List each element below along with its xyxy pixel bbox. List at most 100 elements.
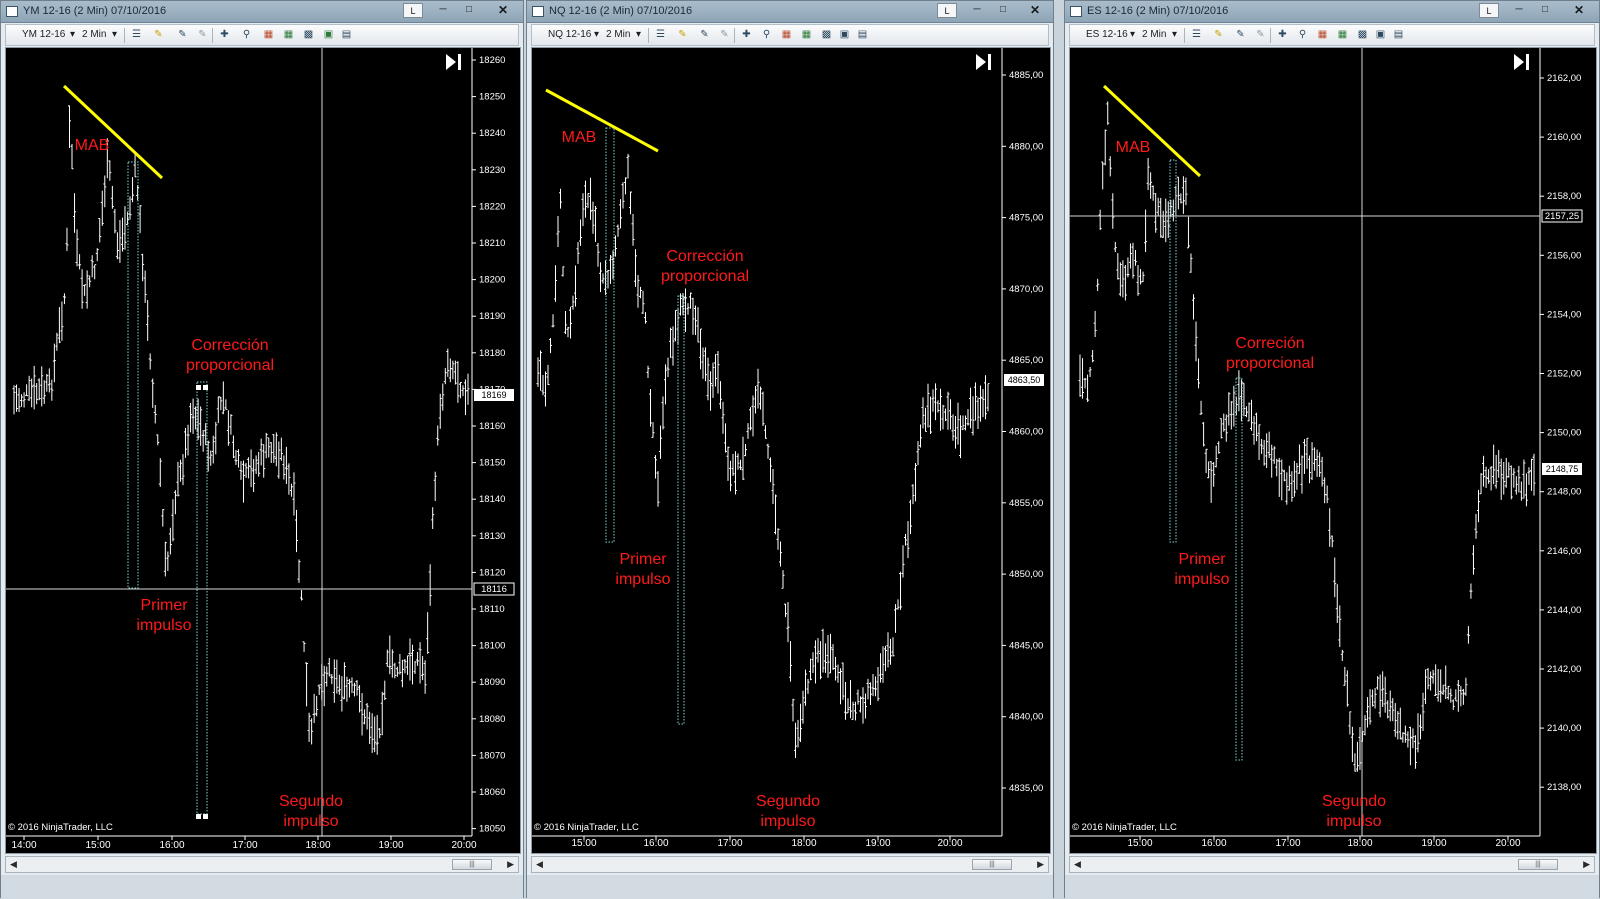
minimize-icon[interactable]: ─ — [1507, 3, 1531, 18]
chart-canvas[interactable]: 4885,00 4880,00 4875,00 4870,00 4865,00 4860,… — [532, 48, 1051, 854]
pencil-icon[interactable]: ✎ — [1212, 29, 1225, 41]
crosshair-icon[interactable]: ✚ — [218, 29, 231, 41]
chart-canvas[interactable]: 2162,00 2160,00 2158,00 2156,00 2154,00 2152,… — [1070, 48, 1597, 854]
chart-window-nq[interactable]: NQ 12-16 (2 Min) 07/10/2016 L ─ □ ✕ NQ 1… — [526, 0, 1054, 899]
scroll-left-icon[interactable]: ◀ — [1074, 859, 1081, 870]
instrument-dropdown-icon[interactable]: ▾ — [70, 29, 75, 40]
strategy-icon[interactable]: ▦ — [1316, 29, 1329, 41]
interval-dropdown-icon[interactable]: ▾ — [1172, 29, 1177, 40]
ohlc-bar — [37, 378, 41, 401]
instrument-dropdown-icon[interactable]: ▾ — [1130, 29, 1135, 40]
crosshair-icon[interactable]: ✚ — [740, 29, 753, 41]
ohlc-bar — [1330, 535, 1334, 548]
zoom-icon[interactable]: ⚲ — [1296, 29, 1309, 41]
data-box-icon[interactable]: ▣ — [838, 29, 851, 41]
draw-tool-icon[interactable]: ✎ — [1234, 29, 1247, 41]
horizontal-scrollbar[interactable]: ◀ ||| ▶ — [1069, 856, 1595, 873]
bar-type-icon[interactable]: ☰ — [654, 29, 667, 41]
indicator-icon[interactable]: ▦ — [1336, 29, 1349, 41]
horizontal-scrollbar[interactable]: ◀ ||| ▶ — [531, 856, 1049, 873]
template-icon[interactable]: ▩ — [820, 29, 833, 41]
instrument-selector[interactable]: YM 12-16 — [22, 29, 65, 40]
minimize-icon[interactable]: ─ — [965, 3, 989, 18]
ohlc-bar — [739, 459, 742, 470]
properties-icon[interactable]: ▤ — [856, 29, 869, 41]
price-chart-nq[interactable]: 4885,00 4880,00 4875,00 4870,00 4865,00 4860,… — [531, 47, 1051, 854]
scroll-to-end-icon[interactable] — [446, 54, 461, 70]
interval-selector[interactable]: 2 Min — [606, 29, 630, 40]
pencil-icon[interactable]: ✎ — [676, 29, 689, 41]
strategy-icon[interactable]: ▦ — [262, 29, 275, 41]
ohlc-bar — [1343, 666, 1347, 686]
scroll-to-end-icon[interactable] — [976, 54, 991, 70]
link-button[interactable]: L — [403, 3, 423, 18]
scroll-right-icon[interactable]: ▶ — [1037, 859, 1044, 870]
current-price-label: 18169 — [481, 390, 506, 400]
scroll-to-end-icon[interactable] — [1514, 54, 1529, 70]
title-bar[interactable]: NQ 12-16 (2 Min) 07/10/2016 L ─ □ ✕ — [527, 1, 1053, 23]
bar-type-icon[interactable]: ☰ — [130, 29, 143, 41]
data-box-icon[interactable]: ▣ — [322, 29, 335, 41]
title-bar[interactable]: ES 12-16 (2 Min) 07/10/2016 L ─ □ ✕ — [1065, 1, 1599, 23]
instrument-selector[interactable]: ES 12-16 — [1086, 29, 1128, 40]
ohlc-bar — [746, 423, 750, 439]
instrument-selector[interactable]: NQ 12-16 — [548, 29, 591, 40]
interval-dropdown-icon[interactable]: ▾ — [636, 29, 641, 40]
eraser-icon[interactable]: ✎ — [196, 29, 209, 41]
eraser-icon[interactable]: ✎ — [718, 29, 731, 41]
crosshair-icon[interactable]: ✚ — [1276, 29, 1289, 41]
link-button[interactable]: L — [937, 3, 957, 18]
scroll-left-icon[interactable]: ◀ — [536, 859, 543, 870]
template-icon[interactable]: ▩ — [302, 29, 315, 41]
ohlc-bar — [969, 387, 972, 429]
ohlc-bar — [131, 177, 135, 203]
maximize-icon[interactable]: □ — [991, 3, 1015, 18]
indicator-icon[interactable]: ▦ — [800, 29, 813, 41]
price-chart-ym[interactable]: 18260 18250 18240 18230 18220 18210 18200 18190… — [5, 47, 521, 854]
interval-dropdown-icon[interactable]: ▾ — [112, 29, 117, 40]
maximize-icon[interactable]: □ — [457, 3, 481, 18]
close-icon[interactable]: ✕ — [1023, 3, 1047, 18]
eraser-icon[interactable]: ✎ — [1254, 29, 1267, 41]
annotation-text: impulso — [283, 813, 338, 830]
ohlc-bar — [1244, 406, 1248, 418]
scroll-thumb[interactable]: ||| — [1518, 859, 1558, 870]
annotation-text: Corrección — [191, 337, 268, 354]
close-icon[interactable]: ✕ — [491, 3, 515, 18]
chart-window-es[interactable]: ES 12-16 (2 Min) 07/10/2016 L ─ □ ✕ ES 1… — [1064, 0, 1600, 899]
scroll-left-icon[interactable]: ◀ — [10, 859, 17, 870]
interval-selector[interactable]: 2 Min — [82, 29, 106, 40]
template-icon[interactable]: ▩ — [1356, 29, 1369, 41]
properties-icon[interactable]: ▤ — [1392, 29, 1405, 41]
bar-type-icon[interactable]: ☰ — [1190, 29, 1203, 41]
draw-tool-icon[interactable]: ✎ — [698, 29, 711, 41]
close-icon[interactable]: ✕ — [1567, 3, 1591, 18]
price-tick-label: 4885,00 — [1009, 70, 1043, 81]
maximize-icon[interactable]: □ — [1533, 3, 1557, 18]
instrument-dropdown-icon[interactable]: ▾ — [594, 29, 599, 40]
zoom-icon[interactable]: ⚲ — [760, 29, 773, 41]
price-chart-es[interactable]: 2162,00 2160,00 2158,00 2156,00 2154,00 2152,… — [1069, 47, 1597, 854]
interval-selector[interactable]: 2 Min — [1142, 29, 1166, 40]
scroll-thumb[interactable]: ||| — [972, 859, 1012, 870]
copyright-label: © 2016 NinjaTrader, LLC — [1072, 822, 1177, 833]
pencil-icon[interactable]: ✎ — [152, 29, 165, 41]
scroll-right-icon[interactable]: ▶ — [1583, 859, 1590, 870]
chart-canvas[interactable]: 18260 18250 18240 18230 18220 18210 18200 18190… — [6, 48, 521, 854]
link-button[interactable]: L — [1479, 3, 1499, 18]
horizontal-scrollbar[interactable]: ◀ ||| ▶ — [5, 856, 519, 873]
properties-icon[interactable]: ▤ — [340, 29, 353, 41]
title-bar[interactable]: YM 12-16 (2 Min) 07/10/2016 L ─ □ ✕ — [1, 1, 523, 23]
draw-tool-icon[interactable]: ✎ — [176, 29, 189, 41]
data-box-icon[interactable]: ▣ — [1374, 29, 1387, 41]
ohlc-bar — [1512, 468, 1516, 488]
ohlc-bar — [67, 105, 71, 149]
ohlc-bar — [1194, 321, 1198, 362]
chart-window-ym[interactable]: YM 12-16 (2 Min) 07/10/2016 L ─ □ ✕ YM 1… — [0, 0, 524, 899]
scroll-thumb[interactable]: ||| — [452, 859, 492, 870]
scroll-right-icon[interactable]: ▶ — [507, 859, 514, 870]
minimize-icon[interactable]: ─ — [431, 3, 455, 18]
indicator-icon[interactable]: ▦ — [282, 29, 295, 41]
strategy-icon[interactable]: ▦ — [780, 29, 793, 41]
zoom-icon[interactable]: ⚲ — [240, 29, 253, 41]
